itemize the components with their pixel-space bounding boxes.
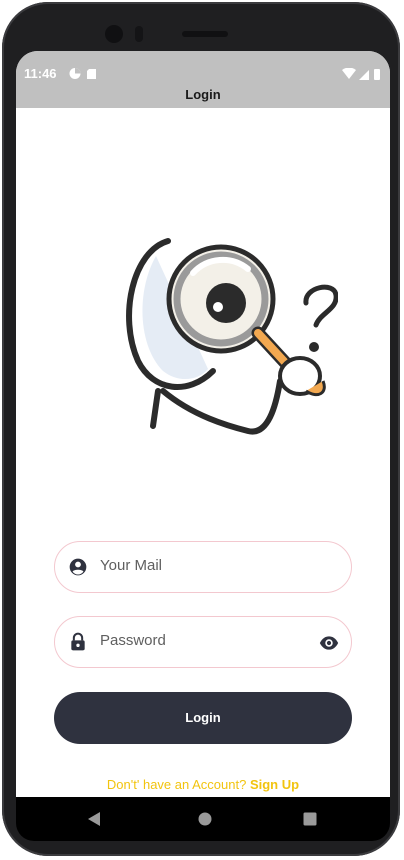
wifi-icon xyxy=(342,67,380,80)
password-placeholder: Password xyxy=(100,632,166,649)
home-icon[interactable] xyxy=(198,812,212,826)
system-nav-bar xyxy=(16,797,390,841)
account-circle-icon xyxy=(69,558,87,576)
recent-apps-icon[interactable] xyxy=(303,812,317,826)
data-saver-icon xyxy=(69,68,96,79)
app-screen: 11:46 Login Your Mail Password Login Don… xyxy=(16,51,390,797)
signup-link[interactable]: Sign Up xyxy=(250,777,299,792)
email-placeholder: Your Mail xyxy=(100,557,162,574)
page-title: Login xyxy=(185,87,221,102)
lock-icon xyxy=(71,632,85,651)
app-bar: Login xyxy=(16,86,390,108)
password-field[interactable]: Password xyxy=(54,616,352,668)
email-field[interactable]: Your Mail xyxy=(54,541,352,593)
front-camera xyxy=(105,25,123,43)
earpiece-speaker xyxy=(182,31,228,37)
eye-icon[interactable] xyxy=(318,633,340,653)
status-left-icons xyxy=(69,67,101,85)
back-icon[interactable] xyxy=(86,811,102,827)
status-time: 11:46 xyxy=(24,66,57,81)
proximity-sensor xyxy=(135,26,143,42)
magnifying-glass-eye-illustration xyxy=(126,238,338,435)
signup-prompt-row: Don't' have an Account? Sign Up xyxy=(16,777,390,792)
signup-prompt: Don't' have an Account? xyxy=(106,777,247,792)
status-right-icons xyxy=(342,67,384,86)
status-bar: 11:46 xyxy=(16,51,390,86)
login-button[interactable]: Login xyxy=(54,692,352,744)
